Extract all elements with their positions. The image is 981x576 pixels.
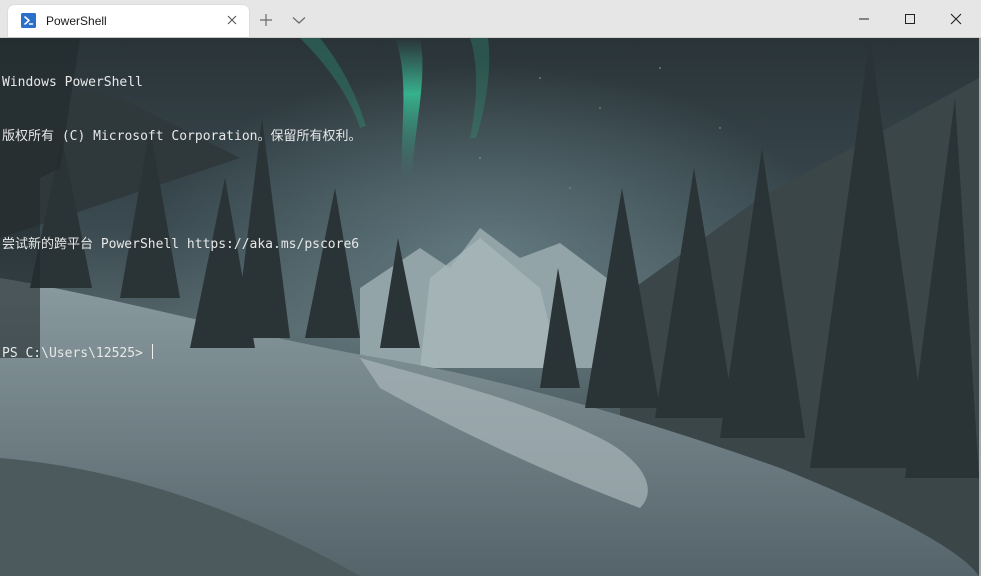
terminal-output[interactable]: Windows PowerShell 版权所有 (C) Microsoft Co… <box>2 38 362 398</box>
minimize-icon <box>859 18 869 20</box>
chevron-down-icon[interactable] <box>287 8 311 32</box>
terminal-pane[interactable]: Windows PowerShell 版权所有 (C) Microsoft Co… <box>0 38 981 576</box>
tab-title: PowerShell <box>46 14 107 28</box>
close-icon <box>950 13 962 25</box>
terminal-line: 版权所有 (C) Microsoft Corporation。保留所有权利。 <box>2 129 362 144</box>
minimize-button[interactable] <box>841 0 887 37</box>
text-cursor <box>151 344 153 359</box>
maximize-button[interactable] <box>887 0 933 37</box>
terminal-line: Windows PowerShell <box>2 75 143 90</box>
tab-powershell[interactable]: PowerShell <box>8 5 249 37</box>
prompt-text: PS C:\Users\12525> <box>2 346 151 361</box>
new-tab-plus-icon[interactable] <box>254 8 278 32</box>
powershell-icon <box>21 13 36 28</box>
terminal-line: 尝试新的跨平台 PowerShell https://aka.ms/pscore… <box>2 237 360 252</box>
close-window-button[interactable] <box>933 0 979 37</box>
title-bar[interactable]: PowerShell <box>0 0 981 38</box>
prompt-line[interactable]: PS C:\Users\12525> <box>2 344 362 362</box>
maximize-icon <box>905 14 915 24</box>
close-tab-icon[interactable] <box>225 13 239 27</box>
terminal-window: PowerShell Windows PowerShell 版权所有 (C) M… <box>0 0 981 576</box>
